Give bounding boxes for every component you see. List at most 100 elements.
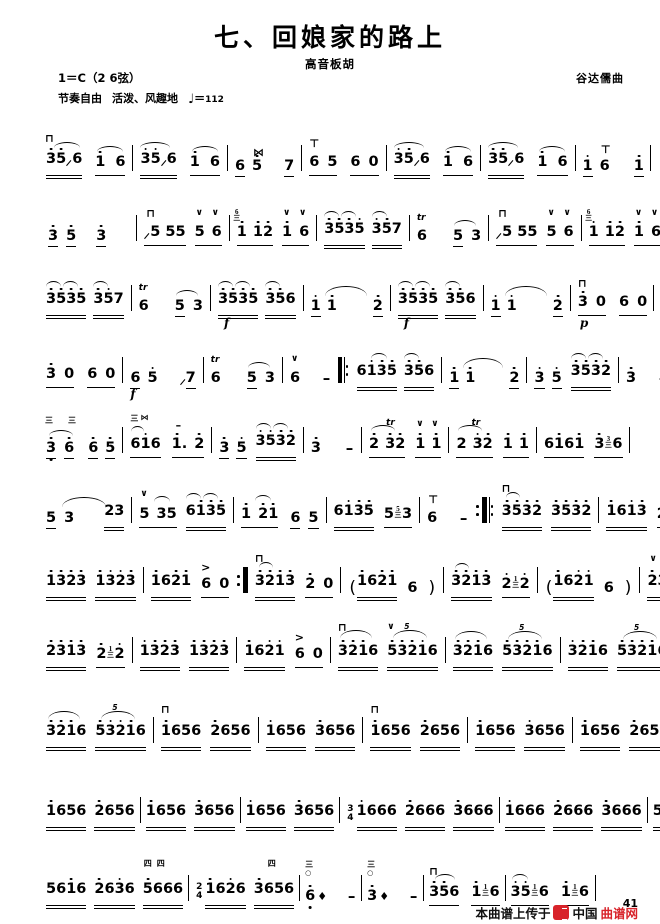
note: 6 (210, 370, 221, 386)
note: 6 (534, 723, 545, 739)
up-bow-icon: ∨ (431, 419, 439, 429)
note-group: 四 四 5 6 6 6 (142, 859, 184, 909)
note: 3 (218, 287, 228, 307)
rest: 0 (64, 366, 75, 382)
note: 3 (294, 799, 304, 819)
close-paren: ) (428, 578, 436, 598)
note: 1 (473, 639, 483, 659)
barline (595, 875, 597, 901)
note: 1 (443, 150, 453, 170)
note-group: ∨ 2 3 1 3 (647, 554, 660, 601)
note: 1 (344, 499, 354, 519)
note: 6 (651, 224, 660, 240)
barline (302, 427, 304, 453)
note: 6 (130, 436, 141, 452)
note: 3 (256, 429, 266, 449)
note: 3 (401, 506, 413, 522)
measure: 1 6 5 6 3 6 5 6 (245, 782, 335, 831)
note: 6 (631, 803, 642, 819)
note: 2 (532, 499, 542, 519)
note: 6 (88, 436, 99, 459)
note: 2 (286, 429, 296, 449)
note-group: 1 6 2 6 (205, 877, 246, 909)
note: 6 (166, 151, 177, 167)
note: 3 (56, 569, 66, 589)
note: 3 (534, 366, 545, 389)
note-group: 2 6 5 6 (210, 719, 251, 751)
note: 3 (219, 639, 229, 659)
note: 2 (552, 294, 563, 317)
measure: 3 5 6 1 6 (140, 130, 220, 179)
note-group: ⊤ 6 5 (309, 137, 338, 176)
finger-three-icon: 三 (305, 860, 314, 869)
note: 6 (191, 723, 202, 739)
note-group: ⊓ 3 5 6 (429, 865, 460, 906)
note: 3 (344, 217, 355, 237)
note: 3 (219, 436, 230, 459)
note-group: 1 6 1 3 (606, 499, 647, 531)
note: 5 (387, 639, 397, 659)
note: 5 (404, 147, 414, 167)
sustain-dash: – (459, 509, 468, 527)
note: 5 (334, 217, 344, 237)
note: 6 (295, 723, 306, 739)
note: 3 (404, 359, 414, 379)
note: 3 (315, 719, 325, 739)
note-group: 2 1三 2 (501, 572, 530, 598)
note: 3 (46, 147, 56, 167)
note: 2 (209, 639, 219, 659)
note-group: 1 1 (502, 432, 529, 458)
rest: 0 (368, 154, 379, 170)
note: 3 (394, 147, 404, 167)
measure: 6三 1 1 2 ∨ ∨ 1 6 (233, 200, 310, 246)
note: 5 (600, 723, 611, 739)
note-group: – 1 . 2 (171, 419, 205, 458)
measure: 2 3 1 3 2 1三 2 (42, 622, 125, 671)
note: 6 (435, 803, 446, 819)
note: 5 (649, 723, 660, 739)
note: 2 (629, 719, 639, 739)
barline (480, 145, 482, 171)
measure: 3 5 3 5 3 2 (219, 412, 296, 461)
note-group: 1 6 (442, 146, 474, 176)
note: 6 (386, 803, 397, 819)
barline (598, 497, 600, 523)
note: 5 (166, 506, 177, 522)
note: 1 (582, 154, 593, 177)
down-bow-icon: ⊓ (501, 482, 511, 495)
barline (639, 567, 641, 593)
note: 5 (561, 499, 571, 519)
note: 1 (358, 639, 368, 659)
note-group: 三 ⋈ 6 1 6 (130, 413, 161, 458)
note: 6 (220, 723, 231, 739)
note: 6 (449, 884, 460, 900)
note: 5 (228, 287, 238, 307)
note: 6 (176, 803, 187, 819)
note: 6 (367, 573, 378, 589)
note: 6 (325, 723, 336, 739)
note: 6 (542, 643, 553, 659)
note: 3 (199, 639, 209, 659)
note-group: 3 5 (219, 436, 247, 459)
fingering-fraction: 1三 (481, 883, 489, 897)
note: 3 (385, 432, 395, 452)
tuplet-5: 5 (112, 703, 118, 712)
note-group: 1 3 2 3 (139, 639, 180, 671)
barline (646, 797, 648, 823)
barline (361, 875, 363, 901)
measure: 3 5 3 5 3 5 7 (324, 200, 402, 249)
note-group: 3 5 3 2 (570, 353, 612, 391)
note-group: 2 3 (104, 504, 125, 531)
note: 3 (255, 569, 265, 589)
up-bow-icon: ∨ (650, 208, 659, 218)
tempo-equals: ＝ (194, 92, 206, 105)
note-group: 3 6 5 6 (194, 799, 235, 831)
note: 5 (273, 881, 285, 897)
note: 1 (205, 877, 215, 897)
system-6: 5 3 2 3 ∨ 5 3 5 6 1 3 5 1 2 1 6 5 6 1 3 … (42, 468, 660, 531)
down-bow-icon: ⊓ (146, 207, 156, 220)
note: 7 (185, 370, 196, 389)
note: 1 (244, 639, 254, 659)
note: 1 (275, 639, 285, 659)
note: 6 (275, 803, 286, 819)
